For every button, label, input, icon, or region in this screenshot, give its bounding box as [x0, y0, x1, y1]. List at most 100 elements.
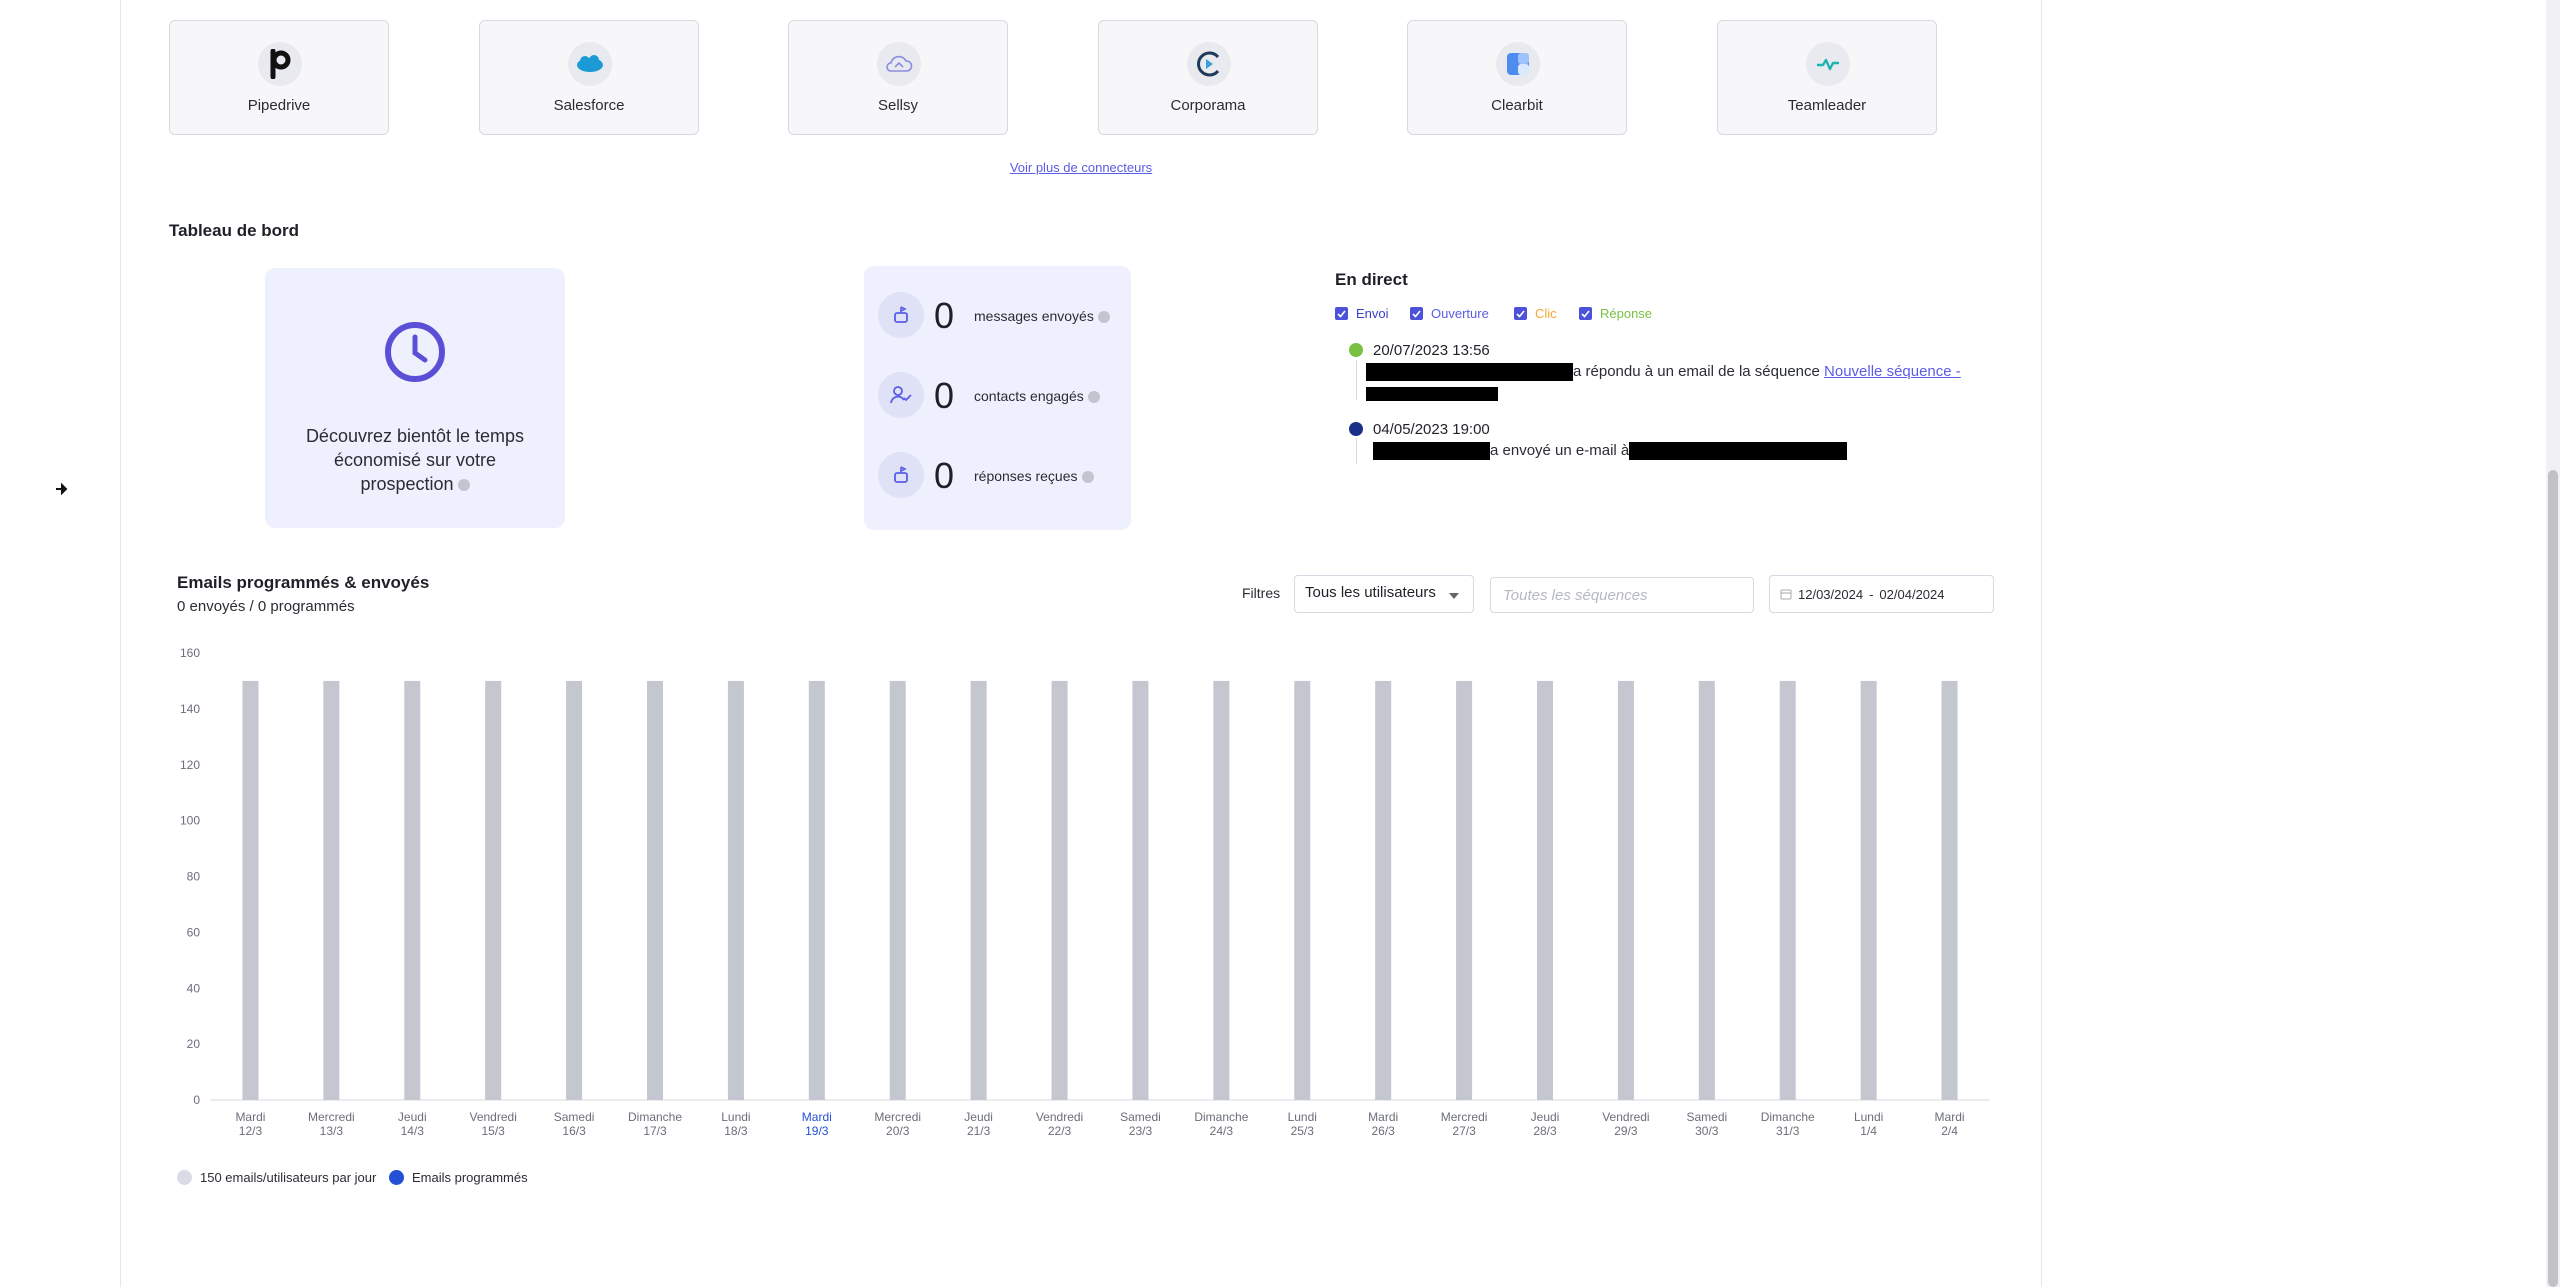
bar: [808, 680, 825, 1100]
connector-card-sellsy[interactable]: Sellsy: [788, 20, 1008, 135]
x-tick-label-day: Dimanche: [1194, 1110, 1248, 1124]
x-tick-label-day: Jeudi: [964, 1110, 993, 1124]
x-tick-label-date: 20/3: [886, 1124, 910, 1138]
filter-ouverture[interactable]: Ouverture: [1410, 306, 1489, 321]
x-tick-label-day: Vendredi: [469, 1110, 516, 1124]
calendar-icon: [1780, 589, 1792, 600]
date-range-picker[interactable]: 12/03/2024 - 02/04/2024: [1769, 575, 1994, 613]
bar: [1617, 680, 1634, 1100]
legend-label: Emails programmés: [412, 1170, 528, 1185]
filter-envoi[interactable]: Envoi: [1335, 306, 1389, 321]
filter-label: Clic: [1535, 306, 1557, 321]
redacted-block: [1366, 387, 1498, 402]
y-tick-label: 20: [187, 1037, 201, 1051]
clearbit-logo-icon: [1496, 42, 1540, 86]
connector-card-corporama[interactable]: Corporama: [1098, 20, 1318, 135]
y-tick-label: 60: [187, 925, 201, 939]
bar: [647, 680, 663, 1100]
info-icon[interactable]: [457, 479, 470, 492]
x-tick-label-day: Vendredi: [1036, 1110, 1083, 1124]
legend-item-scheduled[interactable]: Emails programmés: [389, 1170, 528, 1185]
scrollbar-track[interactable]: [2546, 0, 2560, 1287]
legend-item-limit[interactable]: 150 emails/utilisateurs par jour: [177, 1170, 376, 1185]
legend-label: 150 emails/utilisateurs par jour: [200, 1170, 377, 1185]
pin-icon[interactable]: [52, 480, 70, 498]
checkbox-checked-icon[interactable]: [1579, 307, 1592, 320]
bar: [1213, 680, 1230, 1100]
stat-messages-sent: 0 messages envoyés: [878, 292, 1128, 340]
timeline-rail: [1356, 360, 1357, 400]
bar: [566, 680, 583, 1100]
x-tick-label-day: Mercredi: [874, 1110, 921, 1124]
bar: [970, 680, 987, 1100]
emails-section-title: Emails programmés & envoyés: [177, 573, 430, 592]
connector-card-clearbit[interactable]: Clearbit: [1407, 20, 1627, 135]
scrollbar-thumb[interactable]: [2548, 470, 2558, 1287]
mailbox-icon: [878, 452, 924, 498]
filter-reponse[interactable]: Réponse: [1579, 306, 1652, 321]
filter-label: Réponse: [1600, 306, 1653, 321]
bar: [1051, 680, 1068, 1100]
sequence-link[interactable]: Nouvelle séquence -: [1824, 363, 1961, 380]
x-tick-label-date: 29/3: [1614, 1124, 1638, 1138]
filter-label: Envoi: [1356, 306, 1389, 321]
x-tick-label-date: 14/3: [401, 1124, 425, 1138]
x-tick-label-date: 25/3: [1291, 1124, 1315, 1138]
checkbox-checked-icon[interactable]: [1335, 307, 1348, 320]
bar: [1779, 680, 1796, 1100]
checkbox-checked-icon[interactable]: [1514, 307, 1527, 320]
x-tick-label-day: Dimanche: [628, 1110, 682, 1124]
x-tick-label-date: 22/3: [1048, 1124, 1072, 1138]
user-filter-value: Tous les utilisateurs: [1305, 584, 1436, 601]
x-tick-label-date: 31/3: [1776, 1124, 1800, 1138]
filters-label: Filtres: [1242, 585, 1281, 601]
x-tick-label-day: Mardi: [1935, 1110, 1965, 1124]
bar: [1132, 680, 1149, 1100]
dashboard-title: Tableau de bord: [169, 221, 300, 240]
stat-value: 0: [934, 295, 955, 336]
pipedrive-logo-icon: [258, 42, 302, 86]
event-description: a répondu à un email de la séquence Nouv…: [1366, 363, 1961, 382]
connector-card-teamleader[interactable]: Teamleader: [1717, 20, 1937, 135]
x-tick-label-date: 16/3: [562, 1124, 586, 1138]
date-start: 12/03/2024: [1798, 586, 1864, 602]
more-connectors-link[interactable]: Voir plus de connecteurs: [900, 160, 1262, 175]
event-date: 20/07/2023 13:56: [1373, 342, 1490, 359]
bar: [1698, 680, 1715, 1100]
x-tick-label-date: 26/3: [1372, 1124, 1396, 1138]
sellsy-logo-icon: [877, 42, 921, 86]
sequence-filter-input[interactable]: [1490, 577, 1754, 613]
x-tick-label-day: Mardi: [1368, 1110, 1398, 1124]
stat-contacts-engaged: 0 contacts engagés: [878, 372, 1128, 420]
bar: [1941, 680, 1958, 1100]
bar: [889, 680, 906, 1100]
corporama-logo-icon: [1187, 42, 1231, 86]
redacted-block: [1629, 442, 1848, 461]
x-tick-label-date: 28/3: [1533, 1124, 1557, 1138]
stat-label: messages envoyés: [974, 308, 1110, 324]
connector-card-salesforce[interactable]: Salesforce: [479, 20, 699, 135]
checkbox-checked-icon[interactable]: [1410, 307, 1423, 320]
x-tick-label-day: Lundi: [721, 1110, 750, 1124]
y-tick-label: 100: [180, 814, 200, 828]
stats-card: 0 messages envoyés 0 contacts engagés 0 …: [864, 266, 1131, 530]
info-icon[interactable]: [1081, 471, 1094, 484]
user-filter-select[interactable]: Tous les utilisateurs: [1294, 575, 1474, 613]
date-end: 02/04/2024: [1879, 586, 1945, 602]
stat-label: réponses reçues: [974, 468, 1094, 484]
info-icon[interactable]: [1097, 311, 1110, 324]
y-tick-label: 80: [187, 870, 201, 884]
x-tick-label-date: 24/3: [1210, 1124, 1234, 1138]
connector-card-pipedrive[interactable]: Pipedrive: [169, 20, 389, 135]
bar: [1860, 680, 1877, 1100]
emails-summary: 0 envoyés / 0 programmés: [177, 598, 355, 615]
filter-clic[interactable]: Clic: [1514, 306, 1557, 321]
stat-label: contacts engagés: [974, 388, 1100, 404]
time-saved-text: Découvrez bientôt le temps économisé sur…: [305, 426, 525, 494]
x-tick-label-day: Vendredi: [1602, 1110, 1649, 1124]
x-tick-label-day: Mardi: [235, 1110, 265, 1124]
x-tick-label-day: Jeudi: [398, 1110, 427, 1124]
legend-swatch: [177, 1170, 192, 1185]
info-icon[interactable]: [1087, 391, 1100, 404]
live-feed-title: En direct: [1335, 270, 1408, 289]
